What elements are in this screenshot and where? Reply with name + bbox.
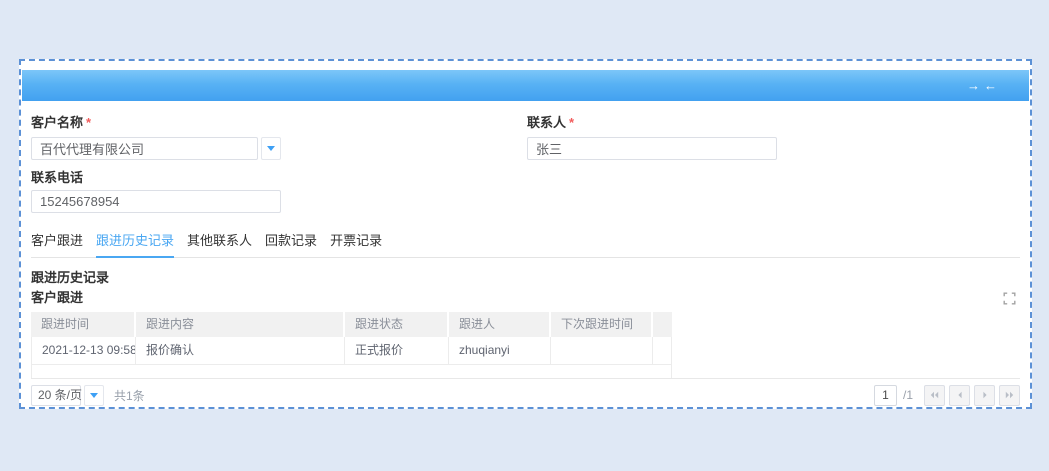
contact-label-text: 联系人: [527, 115, 566, 130]
customer-name-label-text: 客户名称: [31, 115, 83, 130]
page-size-select: 20 条/页: [31, 385, 104, 406]
customer-name-select: [31, 137, 281, 160]
cell-follow-status: 正式报价: [345, 337, 449, 365]
col-next-follow-time: 下次跟进时间: [551, 312, 653, 337]
pagination-left: 20 条/页 共1条: [31, 385, 145, 406]
page-size-value[interactable]: 20 条/页: [31, 385, 81, 406]
phone-input[interactable]: [31, 190, 281, 213]
table-row[interactable]: 2021-12-13 09:58:59 报价确认 正式报价 zhuqianyi: [31, 337, 672, 365]
page-background: { "panel": { "header": { "collapse_icon_…: [0, 0, 1049, 471]
subsection-header: 客户跟进: [31, 290, 1020, 306]
tab-customer-follow-up[interactable]: 客户跟进: [31, 233, 83, 257]
col-follow-status: 跟进状态: [345, 312, 449, 337]
prev-page-button[interactable]: [949, 385, 970, 406]
current-page-input[interactable]: 1: [874, 385, 897, 406]
customer-name-dropdown-button[interactable]: [261, 137, 281, 160]
total-pages-label: /1: [903, 388, 913, 402]
col-follow-content: 跟进内容: [136, 312, 345, 337]
form-row-2: 联系电话: [31, 170, 1020, 213]
tab-bar: 客户跟进 跟进历史记录 其他联系人 回款记录 开票记录: [31, 233, 1020, 258]
follow-up-table: 跟进时间 跟进内容 跟进状态 跟进人 下次跟进时间 2021-12-13 09:…: [31, 312, 672, 365]
next-page-button[interactable]: [974, 385, 995, 406]
contact-group: 联系人*: [527, 115, 777, 160]
contact-label: 联系人*: [527, 115, 777, 131]
form-row-1: 客户名称* 联系人*: [31, 115, 1020, 160]
tab-invoice-records[interactable]: 开票记录: [330, 233, 382, 257]
table-empty-area: [31, 365, 672, 378]
subsection-title: 客户跟进: [31, 290, 83, 306]
required-asterisk: *: [86, 115, 91, 130]
pagination-right: 1 /1: [874, 385, 1020, 406]
panel-title-bar: →←: [22, 70, 1029, 101]
total-count-label: 共1条: [114, 387, 145, 404]
last-page-button[interactable]: [999, 385, 1020, 406]
panel-content: 客户名称* 联系人* 联系电话: [21, 115, 1030, 411]
cell-next-follow-time: [551, 337, 653, 365]
caret-down-icon: [267, 146, 275, 151]
required-asterisk: *: [569, 115, 574, 130]
col-follow-person: 跟进人: [449, 312, 551, 337]
first-page-icon: [930, 391, 939, 399]
customer-name-label: 客户名称*: [31, 115, 281, 131]
prev-page-icon: [956, 391, 964, 399]
col-spacer: [653, 312, 672, 337]
tab-payment-records[interactable]: 回款记录: [265, 233, 317, 257]
first-page-button[interactable]: [924, 385, 945, 406]
tab-follow-up-history[interactable]: 跟进历史记录: [96, 233, 174, 258]
phone-group: 联系电话: [31, 170, 281, 213]
table-header-row: 跟进时间 跟进内容 跟进状态 跟进人 下次跟进时间: [31, 312, 672, 337]
cell-follow-content: 报价确认: [136, 337, 345, 365]
next-page-icon: [981, 391, 989, 399]
section-title: 跟进历史记录: [31, 270, 1020, 286]
fullscreen-icon[interactable]: [1003, 292, 1020, 305]
pagination-bar: 20 条/页 共1条 1 /1: [31, 378, 1020, 411]
cell-follow-time: 2021-12-13 09:58:59: [31, 337, 136, 365]
collapse-horizontal-icon[interactable]: →←: [967, 79, 1001, 92]
customer-detail-panel: →← 客户名称* 联系人*: [19, 59, 1032, 409]
contact-input[interactable]: [527, 137, 777, 160]
last-page-icon: [1005, 391, 1014, 399]
cell-follow-person: zhuqianyi: [449, 337, 551, 365]
cell-spacer: [653, 337, 672, 365]
col-follow-time: 跟进时间: [31, 312, 136, 337]
phone-label: 联系电话: [31, 170, 281, 186]
tab-other-contacts[interactable]: 其他联系人: [187, 233, 252, 257]
customer-name-group: 客户名称*: [31, 115, 281, 160]
customer-name-input[interactable]: [31, 137, 258, 160]
caret-down-icon: [90, 393, 98, 398]
page-size-dropdown-button[interactable]: [84, 385, 104, 406]
